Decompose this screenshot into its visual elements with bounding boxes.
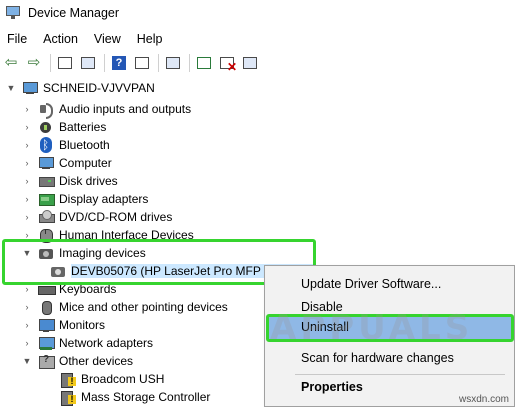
tree-category-monitors[interactable]: › Monitors (22, 316, 105, 334)
collapse-chevron-icon[interactable]: ▼ (22, 356, 32, 366)
help-icon[interactable]: ? (110, 54, 128, 72)
tree-category-other[interactable]: ▼ Other devices (22, 352, 133, 370)
scan-hardware-icon[interactable] (164, 54, 182, 72)
collapse-chevron-icon[interactable]: ▼ (6, 83, 16, 93)
menu-action[interactable]: Action (35, 32, 86, 46)
category-label: Audio inputs and outputs (59, 102, 192, 116)
title-bar: Device Manager (0, 0, 515, 26)
expand-chevron-icon[interactable]: › (22, 338, 32, 348)
list-icon[interactable] (133, 54, 151, 72)
tree-device-broadcom[interactable]: Broadcom USH (60, 370, 164, 388)
update-driver-icon[interactable] (195, 54, 213, 72)
category-label: Disk drives (59, 174, 118, 188)
tree-category-network[interactable]: › Network adapters (22, 334, 153, 352)
category-label: Mice and other pointing devices (59, 300, 228, 314)
tree-device-mass-storage[interactable]: Mass Storage Controller (60, 388, 210, 406)
forward-arrow-icon[interactable]: ⇨ (25, 54, 43, 72)
tree-root-label: SCHNEID-VJVVPAN (43, 81, 155, 95)
network-adapter-icon (38, 335, 55, 351)
tree-category-disk-drives[interactable]: › Disk drives (22, 172, 118, 190)
menu-help[interactable]: Help (129, 32, 171, 46)
expand-chevron-icon[interactable]: › (22, 158, 32, 168)
display-adapter-icon (38, 191, 55, 207)
tree-root[interactable]: ▼ SCHNEID-VJVVPAN (6, 79, 155, 97)
speaker-icon (38, 101, 54, 119)
warning-device-icon (60, 371, 76, 388)
bluetooth-icon (38, 137, 54, 153)
watermark-logo: APPUALS (270, 308, 474, 348)
expand-chevron-icon[interactable]: › (22, 212, 32, 222)
menu-view[interactable]: View (86, 32, 129, 46)
toolbar-separator (189, 54, 190, 72)
device-label: Mass Storage Controller (81, 390, 211, 404)
expand-chevron-icon[interactable]: › (22, 302, 32, 312)
mouse-icon (38, 299, 54, 315)
device-label: Broadcom USH (81, 372, 165, 386)
expand-chevron-icon[interactable]: › (22, 122, 32, 132)
disk-drive-icon (38, 173, 55, 189)
menu-item-properties[interactable]: Properties (301, 376, 363, 398)
tree-category-computer[interactable]: › Computer (22, 154, 112, 172)
menu-bar: File Action View Help (0, 29, 515, 49)
category-label: Network adapters (59, 336, 154, 350)
menu-file[interactable]: File (0, 32, 35, 46)
category-label: Batteries (59, 120, 107, 134)
menu-item-scan[interactable]: Scan for hardware changes (301, 347, 454, 369)
category-label: Other devices (59, 354, 134, 368)
category-label: Monitors (59, 318, 106, 332)
computer-icon (22, 80, 38, 96)
tree-category-batteries[interactable]: › Batteries (22, 118, 107, 136)
back-arrow-icon[interactable]: ⇦ (2, 54, 20, 72)
uninstall-device-icon[interactable]: ✕ (218, 54, 237, 74)
tree-category-bluetooth[interactable]: › Bluetooth (22, 136, 110, 154)
list-view-icon[interactable] (79, 54, 97, 72)
source-label: wsxdn.com (458, 394, 509, 405)
device-manager-icon (6, 5, 22, 21)
expand-chevron-icon[interactable]: › (22, 140, 32, 150)
toolbar-separator (158, 54, 159, 72)
category-label: Bluetooth (59, 138, 110, 152)
category-label: Display adapters (59, 192, 149, 206)
toolbar-separator (50, 54, 51, 72)
enable-device-icon[interactable] (241, 54, 259, 72)
warning-device-icon (60, 389, 76, 406)
expand-chevron-icon[interactable]: › (22, 320, 32, 330)
expand-chevron-icon[interactable]: › (22, 176, 32, 186)
menu-separator (295, 374, 505, 375)
properties-icon[interactable] (56, 54, 74, 72)
expand-chevron-icon[interactable]: › (22, 284, 32, 294)
expand-chevron-icon[interactable]: › (22, 194, 32, 204)
computer-icon (38, 155, 54, 171)
toolbar: ⇦ ⇨ ? ✕ (0, 52, 515, 74)
menu-item-update-driver[interactable]: Update Driver Software... (301, 273, 441, 295)
category-label: Computer (59, 156, 112, 170)
tree-category-dvd[interactable]: › DVD/CD-ROM drives (22, 208, 172, 226)
monitor-icon (38, 317, 55, 333)
category-label: DVD/CD-ROM drives (59, 210, 173, 224)
tree-category-audio[interactable]: › Audio inputs and outputs (22, 100, 192, 119)
expand-chevron-icon[interactable]: › (22, 104, 32, 114)
tree-category-mice[interactable]: › Mice and other pointing devices (22, 298, 228, 316)
unknown-device-icon (38, 353, 55, 369)
toolbar-separator (104, 54, 105, 72)
window-title: Device Manager (28, 6, 120, 20)
battery-icon (38, 119, 54, 135)
tree-category-display-adapters[interactable]: › Display adapters (22, 190, 148, 208)
dvd-drive-icon (38, 209, 55, 225)
